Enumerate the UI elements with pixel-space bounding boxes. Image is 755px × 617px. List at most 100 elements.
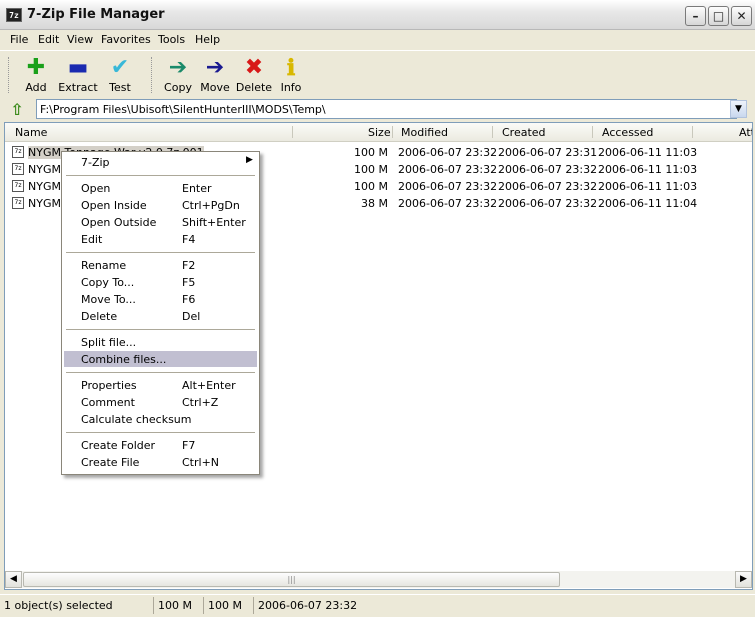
- menu-file[interactable]: File: [10, 33, 28, 46]
- menu-item-edit[interactable]: Edit F4: [64, 231, 257, 247]
- menu-item-create-folder[interactable]: Create Folder F7: [64, 437, 257, 453]
- close-button[interactable]: ✕: [731, 6, 752, 26]
- column-size[interactable]: Size: [368, 126, 391, 139]
- column-divider[interactable]: [292, 126, 293, 138]
- file-modified: 2006-06-07 23:32: [398, 197, 498, 210]
- menu-item-create-file[interactable]: Create File Ctrl+N: [64, 454, 257, 470]
- menu-item-7zip[interactable]: 7-Zip ▶: [64, 154, 257, 170]
- delete-button[interactable]: ✖ Delete: [234, 55, 274, 97]
- menu-item-shortcut: Shift+Enter: [182, 216, 246, 229]
- menu-item-split-file[interactable]: Split file...: [64, 334, 257, 350]
- menu-edit[interactable]: Edit: [38, 33, 59, 46]
- chevron-down-icon[interactable]: ▼: [730, 100, 747, 118]
- archive-file-icon: 7z: [12, 163, 24, 175]
- window-title: 7-Zip File Manager: [27, 7, 165, 22]
- info-button[interactable]: ℹ Info: [271, 55, 311, 97]
- menu-item-shortcut: Del: [182, 310, 201, 323]
- menu-item-open[interactable]: Open Enter: [64, 180, 257, 196]
- add-button[interactable]: ✚ Add: [16, 55, 56, 97]
- menu-item-shortcut: Ctrl+N: [182, 456, 220, 469]
- menu-help[interactable]: Help: [195, 33, 220, 46]
- file-modified: 2006-06-07 23:32: [398, 146, 498, 159]
- maximize-button[interactable]: □: [708, 6, 729, 26]
- test-button[interactable]: ✔ Test: [100, 55, 140, 97]
- archive-file-icon: 7z: [12, 146, 24, 158]
- column-name[interactable]: Name: [15, 126, 47, 139]
- menu-separator: [66, 432, 255, 434]
- extract-button[interactable]: ▬ Extract: [58, 55, 98, 97]
- menu-item-combine-files[interactable]: Combine files...: [64, 351, 257, 367]
- horizontal-scrollbar[interactable]: ◀ ||| ▶: [5, 571, 752, 588]
- menu-item-label: Edit: [81, 233, 103, 246]
- file-created: 2006-06-07 23:31: [498, 146, 598, 159]
- archive-file-icon: 7z: [12, 180, 24, 192]
- menu-item-open-outside[interactable]: Open Outside Shift+Enter: [64, 214, 257, 230]
- file-accessed: 2006-06-11 11:04: [598, 197, 698, 210]
- menu-item-label: Split file...: [81, 336, 137, 349]
- add-label: Add: [25, 81, 47, 94]
- menu-item-shortcut: F7: [182, 439, 196, 452]
- column-accessed[interactable]: Accessed: [602, 126, 653, 139]
- menu-item-label: Comment: [81, 396, 135, 409]
- minimize-button[interactable]: –: [685, 6, 706, 26]
- archive-file-icon: 7z: [12, 197, 24, 209]
- context-menu: 7-Zip ▶ Open Enter Open Inside Ctrl+PgDn…: [61, 151, 260, 475]
- menu-item-open-inside[interactable]: Open Inside Ctrl+PgDn: [64, 197, 257, 213]
- file-accessed: 2006-06-11 11:03: [598, 180, 698, 193]
- menu-item-label: Calculate checksum: [81, 413, 192, 426]
- file-size: 100 M: [354, 146, 388, 159]
- path-input[interactable]: F:\Program Files\Ubisoft\SilentHunterIII…: [36, 99, 737, 119]
- scroll-left-icon[interactable]: ◀: [5, 571, 22, 588]
- plus-icon: ✚: [26, 55, 46, 80]
- menu-tools[interactable]: Tools: [158, 33, 185, 46]
- menu-item-calculate-checksum[interactable]: Calculate checksum: [64, 411, 257, 427]
- menu-item-label: 7-Zip: [81, 156, 110, 169]
- file-accessed: 2006-06-11 11:03: [598, 146, 698, 159]
- menu-separator: [66, 372, 255, 374]
- column-divider[interactable]: [492, 126, 493, 138]
- column-divider[interactable]: [592, 126, 593, 138]
- status-size: 100 M: [153, 597, 202, 614]
- menu-item-shortcut: F6: [182, 293, 196, 306]
- menu-item-comment[interactable]: Comment Ctrl+Z: [64, 394, 257, 410]
- status-packed-size: 100 M: [203, 597, 252, 614]
- test-label: Test: [109, 81, 131, 94]
- app-logo-icon: 7z: [6, 8, 22, 22]
- copy-button[interactable]: ➔ Copy: [158, 55, 198, 97]
- menu-favorites[interactable]: Favorites: [101, 33, 151, 46]
- menu-item-shortcut: F2: [182, 259, 196, 272]
- menu-item-delete[interactable]: Delete Del: [64, 308, 257, 324]
- file-size: 100 M: [354, 163, 388, 176]
- menu-item-label: Open Inside: [81, 199, 147, 212]
- menu-item-label: Create File: [81, 456, 140, 469]
- minus-icon: ▬: [67, 55, 89, 80]
- file-created: 2006-06-07 23:32: [498, 197, 598, 210]
- menu-view[interactable]: View: [67, 33, 93, 46]
- title-bar[interactable]: 7z 7-Zip File Manager – □ ✕: [0, 0, 755, 30]
- copy-label: Copy: [164, 81, 192, 94]
- file-size: 38 M: [361, 197, 388, 210]
- column-created[interactable]: Created: [502, 126, 546, 139]
- menu-item-rename[interactable]: Rename F2: [64, 257, 257, 273]
- scroll-right-icon[interactable]: ▶: [735, 571, 752, 588]
- move-button[interactable]: ➔ Move: [195, 55, 235, 97]
- file-modified: 2006-06-07 23:32: [398, 163, 498, 176]
- menu-item-copy-to[interactable]: Copy To... F5: [64, 274, 257, 290]
- menu-separator: [66, 329, 255, 331]
- menu-separator: [66, 175, 255, 177]
- toolbar-grip[interactable]: [151, 57, 155, 93]
- column-divider[interactable]: [692, 126, 693, 138]
- submenu-arrow-icon: ▶: [246, 155, 253, 165]
- column-attributes[interactable]: Att: [739, 126, 752, 139]
- column-divider[interactable]: [392, 126, 393, 138]
- menu-item-label: Properties: [81, 379, 137, 392]
- folder-up-icon[interactable]: ⇧: [8, 101, 26, 119]
- move-arrow-icon: ➔: [205, 55, 225, 80]
- menu-item-properties[interactable]: Properties Alt+Enter: [64, 377, 257, 393]
- status-bar: 1 object(s) selected 100 M 100 M 2006-06…: [0, 594, 755, 617]
- menu-item-move-to[interactable]: Move To... F6: [64, 291, 257, 307]
- menu-item-shortcut: Alt+Enter: [182, 379, 236, 392]
- toolbar-grip[interactable]: [8, 57, 12, 93]
- column-modified[interactable]: Modified: [401, 126, 448, 139]
- scrollbar-thumb[interactable]: |||: [23, 572, 560, 587]
